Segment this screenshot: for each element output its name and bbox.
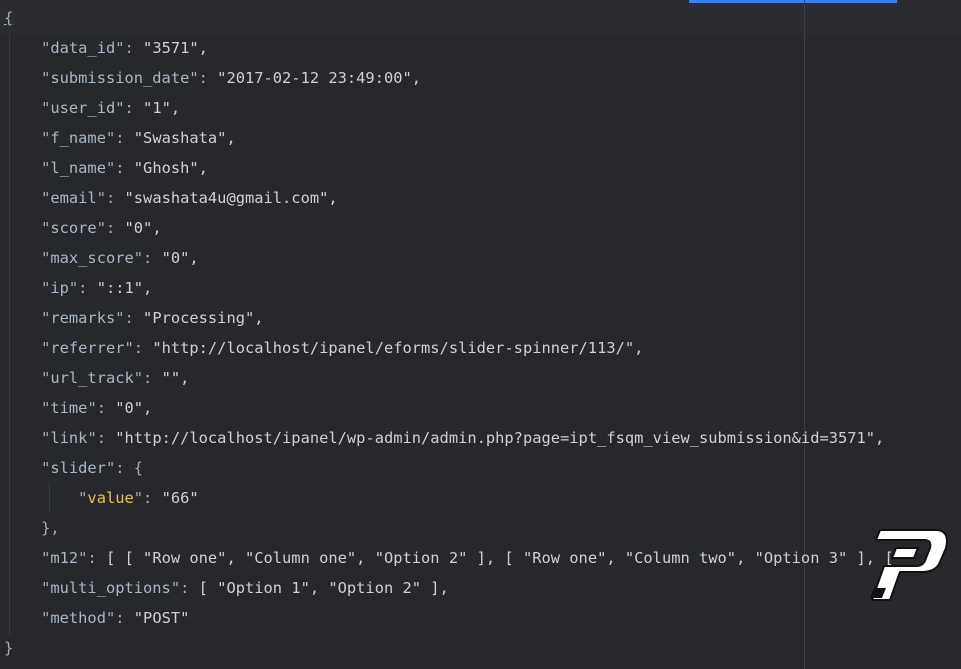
code-line: { <box>4 3 961 33</box>
json-value: "http://localhost/ipanel/wp-admin/admin.… <box>115 429 885 447</box>
json-key: link <box>50 429 88 447</box>
json-editor[interactable]: { "data_id": "3571", "submission_date": … <box>4 3 961 663</box>
code-line: "max_score": "0", <box>41 249 199 267</box>
json-value: "", <box>161 369 190 387</box>
json-key: score <box>50 219 97 237</box>
json-key: multi_options <box>50 579 171 597</box>
json-key: remarks <box>50 309 116 327</box>
code-line: }, <box>4 513 961 543</box>
code-line: "f_name": "Swashata", <box>41 129 236 147</box>
json-value: "0", <box>115 399 153 417</box>
p-logo-icon <box>870 529 948 601</box>
json-key: max_score <box>50 249 134 267</box>
json-value: "3571", <box>143 39 208 57</box>
json-key-nested: value <box>87 489 134 507</box>
code-line: "value": "66" <box>78 489 199 507</box>
code-line: "slider": { <box>41 459 144 477</box>
code-line: "time": "0", <box>41 399 153 417</box>
json-value: "swashata4u@gmail.com", <box>124 189 338 207</box>
json-key: f_name <box>50 129 106 147</box>
json-value: "1", <box>143 99 181 117</box>
json-value: "2017-02-12 23:49:00", <box>217 69 422 87</box>
json-key: referrer <box>50 339 125 357</box>
json-key: user_id <box>50 99 116 117</box>
code-line: "email": "swashata4u@gmail.com", <box>41 189 338 207</box>
json-key: url_track <box>50 369 134 387</box>
open-brace: { <box>4 9 14 27</box>
code-line: "m12": [ [ "Row one", "Column one", "Opt… <box>41 549 894 567</box>
code-line: "submission_date": "2017-02-12 23:49:00"… <box>41 69 422 87</box>
json-key: m12 <box>50 549 79 567</box>
json-key: method <box>50 609 106 627</box>
code-line: "user_id": "1", <box>41 99 181 117</box>
json-value: "POST" <box>133 609 190 627</box>
json-key: time <box>50 399 88 417</box>
json-value: [ [ "Row one", "Column one", "Option 2" … <box>105 549 894 567</box>
code-line: } <box>4 633 961 663</box>
json-value: "::1", <box>96 279 153 297</box>
json-value: { <box>133 459 144 477</box>
json-key: data_id <box>50 39 116 57</box>
json-key: slider <box>50 459 106 477</box>
json-value: [ "Option 1", "Option 2" ], <box>198 579 449 597</box>
json-value: "Ghosh", <box>133 159 208 177</box>
close-brace: } <box>4 639 14 657</box>
json-value: "0", <box>161 249 199 267</box>
code-line: "referrer": "http://localhost/ipanel/efo… <box>41 339 644 357</box>
json-value: "http://localhost/ipanel/eforms/slider-s… <box>152 339 644 357</box>
json-key: l_name <box>50 159 106 177</box>
json-value: }, <box>41 519 60 537</box>
json-value: "66" <box>161 489 199 507</box>
json-value: "0", <box>124 219 162 237</box>
code-line: "method": "POST" <box>41 609 190 627</box>
json-key: ip <box>50 279 69 297</box>
code-line: "multi_options": [ "Option 1", "Option 2… <box>41 579 449 597</box>
code-line: "url_track": "", <box>41 369 190 387</box>
json-value: "Swashata", <box>133 129 236 147</box>
code-line: "link": "http://localhost/ipanel/wp-admi… <box>41 429 885 447</box>
json-value: "Processing", <box>143 309 264 327</box>
code-line: "ip": "::1", <box>41 279 153 297</box>
code-line: "score": "0", <box>41 219 162 237</box>
code-line: "remarks": "Processing", <box>41 309 264 327</box>
json-key: submission_date <box>50 69 190 87</box>
code-line: "data_id": "3571", <box>41 39 208 57</box>
code-line: "l_name": "Ghosh", <box>41 159 208 177</box>
json-key: email <box>50 189 97 207</box>
